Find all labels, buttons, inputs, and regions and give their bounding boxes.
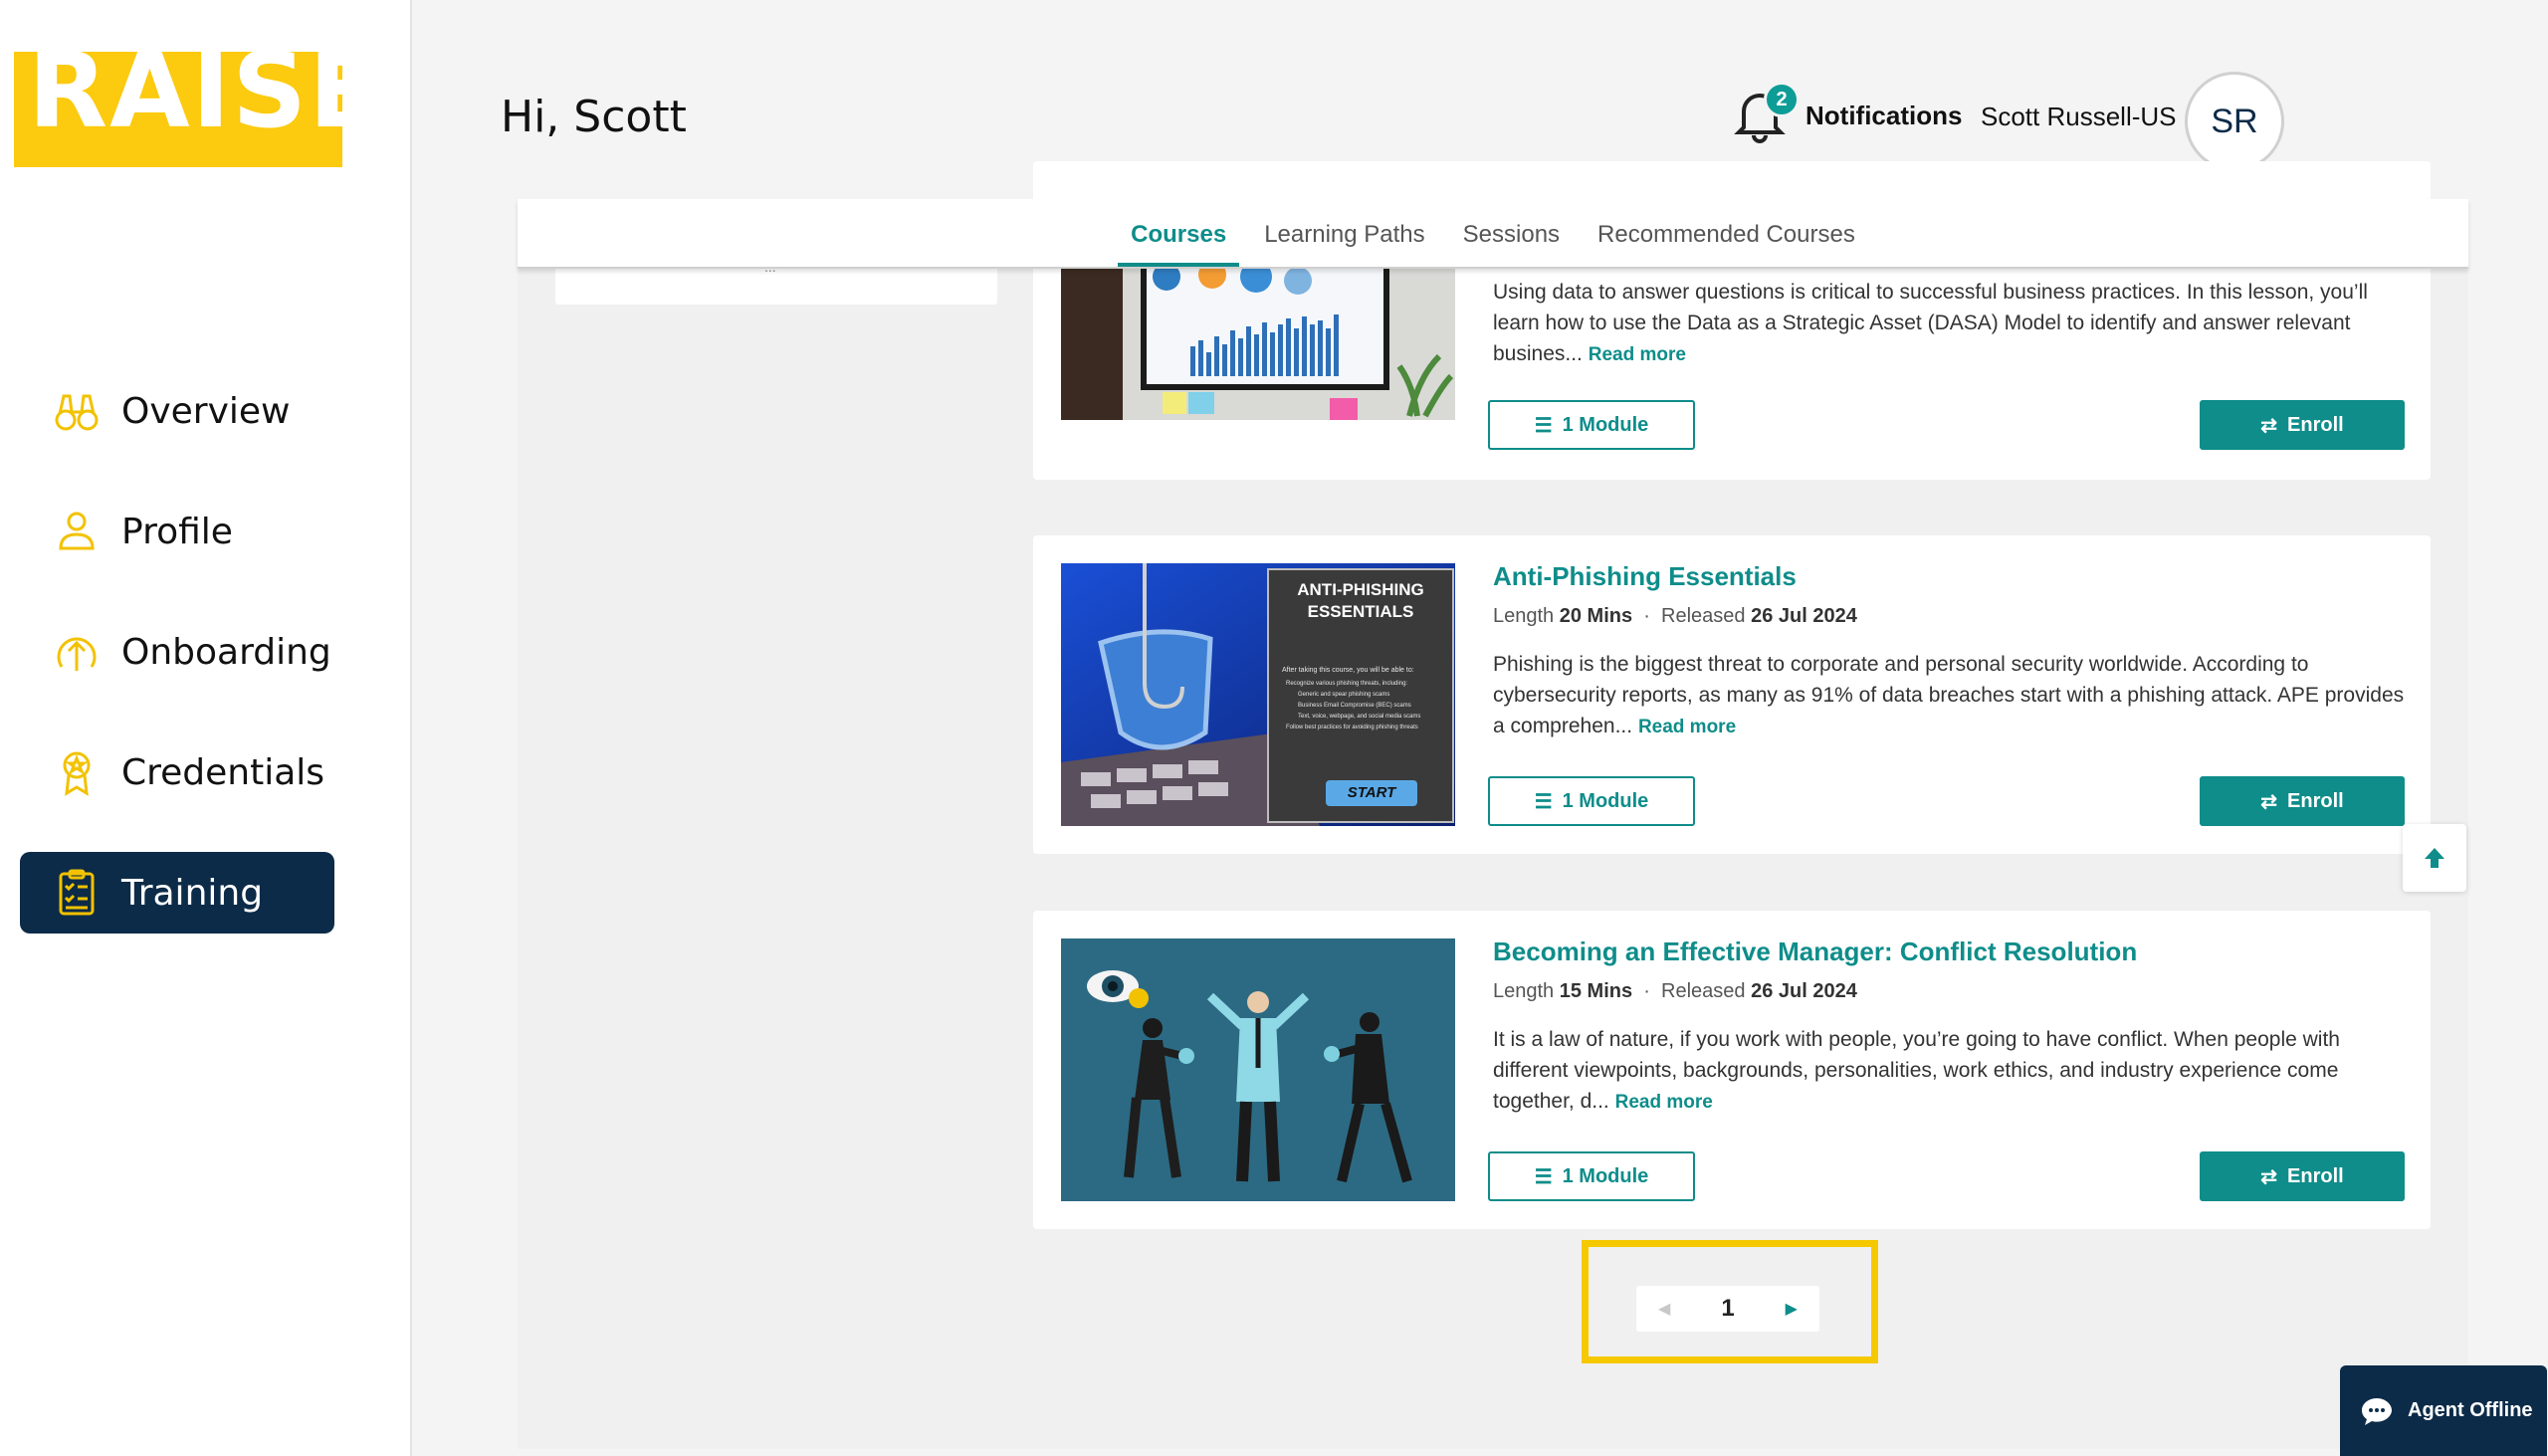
course-meta: Length 15 Mins · Released 26 Jul 2024 xyxy=(1493,980,1857,1002)
sidebar-item-profile[interactable]: Profile xyxy=(20,491,334,572)
course-meta: Length 20 Mins · Released 26 Jul 2024 xyxy=(1493,605,1857,627)
swap-arrows-icon: ⇄ xyxy=(2260,1165,2278,1188)
course-thumbnail xyxy=(1061,267,1455,420)
award-badge-icon xyxy=(52,747,102,797)
enroll-button[interactable]: ⇄ Enroll xyxy=(2200,776,2405,826)
tab-learning-paths[interactable]: Learning Paths xyxy=(1251,221,1437,267)
clipboard-checklist-icon xyxy=(52,868,102,918)
sidebar-item-label: Profile xyxy=(121,511,233,552)
thumbnail-bullet: Text, voice, webpage, and social media s… xyxy=(1298,714,1421,720)
thumbnail-heading: ANTI-PHISHING ESSENTIALS xyxy=(1297,580,1424,621)
sidebar-item-label: Training xyxy=(121,872,264,914)
notifications-button[interactable]: 2 Notifications xyxy=(1734,82,1963,145)
thumbnail-start-button: START xyxy=(1326,780,1417,806)
tab-sessions[interactable]: Sessions xyxy=(1450,221,1573,267)
sidebar-item-overview[interactable]: Overview xyxy=(20,370,334,452)
thumbnail-bullet: Business Email Compromise (BEC) scams xyxy=(1298,703,1411,709)
chat-bubble-icon xyxy=(2362,1397,2392,1425)
sidebar-item-onboarding[interactable]: Onboarding xyxy=(20,611,334,693)
course-length: 20 Mins xyxy=(1559,605,1633,627)
course-description: Using data to answer questions is critic… xyxy=(1493,281,2368,365)
sidebar: RAISE Overview Profile Onboarding Creden… xyxy=(0,0,412,1456)
course-released-date: 26 Jul 2024 xyxy=(1751,980,1857,1002)
person-icon xyxy=(52,507,102,556)
course-title[interactable]: Becoming an Effective Manager: Conflict … xyxy=(1493,936,2137,967)
page-number[interactable]: 1 xyxy=(1721,1295,1734,1323)
chat-status-label: Agent Offline xyxy=(2408,1399,2533,1421)
thumbnail-bullets: Recognize various phishing threats, incl… xyxy=(1286,679,1443,733)
chat-widget-button[interactable]: Agent Offline xyxy=(2340,1365,2547,1456)
sidebar-item-training[interactable]: Training xyxy=(20,852,334,934)
scroll-to-top-button[interactable] xyxy=(2403,824,2466,892)
tab-courses[interactable]: Courses xyxy=(1118,221,1240,267)
swap-arrows-icon: ⇄ xyxy=(2260,790,2278,813)
course-card: Becoming an Effective Manager: Conflict … xyxy=(1033,911,2431,1229)
raise-logo[interactable]: RAISE xyxy=(14,52,342,167)
sidebar-item-label: Credentials xyxy=(121,751,325,793)
course-description: It is a law of nature, if you work with … xyxy=(1493,1028,2340,1113)
course-description: Phishing is the biggest threat to corpor… xyxy=(1493,653,2405,737)
upload-circle-icon xyxy=(52,627,102,677)
notification-count-badge: 2 xyxy=(1764,82,1800,117)
page-greeting: Hi, Scott xyxy=(501,92,687,142)
caret-right-icon[interactable]: ▶ xyxy=(1786,1299,1798,1319)
course-title[interactable]: Anti-Phishing Essentials xyxy=(1493,561,1797,592)
read-more-link[interactable]: Read more xyxy=(1615,1092,1713,1113)
list-icon: ☰ xyxy=(1534,790,1553,813)
enroll-button[interactable]: ⇄ Enroll xyxy=(2200,1151,2405,1201)
enroll-button[interactable]: ⇄ Enroll xyxy=(2200,400,2405,450)
binoculars-icon xyxy=(52,386,102,436)
course-thumbnail: ANTI-PHISHING ESSENTIALS After taking th… xyxy=(1061,563,1455,826)
sidebar-item-credentials[interactable]: Credentials xyxy=(20,731,334,813)
list-icon: ☰ xyxy=(1534,414,1553,437)
modules-button[interactable]: ☰ 1 Module xyxy=(1488,1151,1695,1201)
thumbnail-bullet: Generic and spear phishing scams xyxy=(1298,692,1390,698)
read-more-link[interactable]: Read more xyxy=(1589,344,1686,365)
thumbnail-intro: After taking this course, you will be ab… xyxy=(1282,667,1414,674)
modules-button[interactable]: ☰ 1 Module xyxy=(1488,400,1695,450)
list-icon: ☰ xyxy=(1534,1165,1553,1188)
notifications-label: Notifications xyxy=(1805,100,1963,130)
pagination: ◀ 1 ▶ xyxy=(1636,1286,1819,1332)
swap-arrows-icon: ⇄ xyxy=(2260,414,2278,437)
avatar[interactable]: SR xyxy=(2185,72,2284,171)
bell-icon: 2 xyxy=(1734,82,1800,145)
tab-recommended-courses[interactable]: Recommended Courses xyxy=(1585,221,1868,267)
course-released-date: 26 Jul 2024 xyxy=(1751,605,1857,627)
read-more-link[interactable]: Read more xyxy=(1638,717,1736,737)
caret-left-icon[interactable]: ◀ xyxy=(1658,1299,1670,1319)
user-name[interactable]: Scott Russell-US xyxy=(1981,102,2177,132)
training-tabs: Courses Learning Paths Sessions Recommen… xyxy=(518,199,2468,269)
course-thumbnail xyxy=(1061,938,1455,1201)
modules-button[interactable]: ☰ 1 Module xyxy=(1488,776,1695,826)
sidebar-item-label: Onboarding xyxy=(121,631,331,673)
thumbnail-bullet: Recognize various phishing threats, incl… xyxy=(1286,681,1408,687)
thumbnail-bullet: Follow best practices for avoiding phish… xyxy=(1286,725,1418,730)
course-card: ANTI-PHISHING ESSENTIALS After taking th… xyxy=(1033,535,2431,854)
sidebar-nav: Overview Profile Onboarding Credentials … xyxy=(20,370,334,972)
course-length: 15 Mins xyxy=(1559,980,1633,1002)
arrow-up-icon xyxy=(2425,848,2444,868)
logo-text: RAISE xyxy=(28,52,342,151)
sidebar-item-label: Overview xyxy=(121,390,291,432)
